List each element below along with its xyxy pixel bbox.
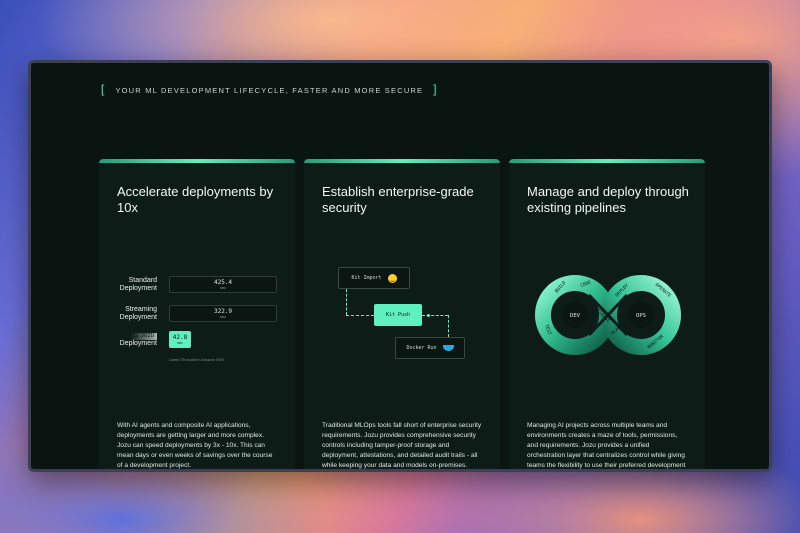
open-bracket: [ — [99, 83, 108, 97]
kit-push-label: Kit Push — [385, 312, 411, 318]
bench-row-jozu: ⊔ JOZU Deployment 42.8 sec — [99, 331, 191, 348]
docker-run-box: Docker Run — [395, 337, 465, 359]
section-eyebrow: [ YOUR ML DEVELOPMENT LIFECYCLE, FASTER … — [99, 83, 440, 97]
bench-label: Deployment — [119, 339, 157, 347]
bench-row-streaming: Streaming Deployment 322.9 sec — [99, 305, 277, 322]
bench-footnote: Llama 7B model in Amazon EKS — [169, 358, 224, 362]
bench-unit: sec — [219, 315, 227, 319]
connector-line — [422, 315, 448, 316]
browser-window: [ YOUR ML DEVELOPMENT LIFECYCLE, FASTER … — [28, 60, 772, 472]
kit-import-box: Kit Import — [338, 267, 410, 289]
bench-label: Streaming Deployment — [119, 305, 157, 321]
emoji-icon — [387, 273, 397, 283]
card-body: Managing AI projects across multiple tea… — [527, 422, 686, 469]
bench-value: 42.8 — [172, 334, 188, 341]
bench-value-box: 322.9 sec — [169, 305, 277, 322]
connector-line — [346, 289, 347, 315]
bench-unit: sec — [219, 286, 227, 290]
bench-label: Standard Deployment — [119, 276, 157, 292]
ops-label: OPS — [636, 313, 646, 319]
devops-infinity-loop: DEV OPS BUILD CODE TEST RELEASE PLAN DEP… — [535, 275, 681, 355]
bench-unit: sec — [176, 341, 184, 345]
kit-import-label: Kit Import — [351, 275, 382, 281]
card-title: Establish enterprise-grade security — [322, 184, 474, 215]
bench-value-box-jozu: 42.8 sec — [169, 331, 191, 348]
connector-line — [346, 315, 374, 316]
card-title: Accelerate deployments by 10x — [117, 184, 274, 215]
eyebrow-text: YOUR ML DEVELOPMENT LIFECYCLE, FASTER AN… — [115, 85, 424, 95]
docker-run-label: Docker Run — [406, 345, 437, 351]
connector-dot — [427, 314, 430, 317]
card-security: Establish enterprise-grade security Kit … — [304, 159, 500, 469]
bench-value: 425.4 — [213, 279, 233, 286]
card-title: Manage and deploy through existing pipel… — [527, 184, 689, 215]
close-bracket: ] — [431, 83, 440, 97]
dev-label: DEV — [570, 313, 581, 319]
docker-whale-icon — [442, 345, 454, 351]
jozu-logo-tag: ⊔ JOZU — [131, 332, 157, 340]
kit-push-box: Kit Push — [374, 304, 422, 326]
card-body: Traditional MLOps tools fall short of en… — [322, 422, 482, 469]
bench-row-standard: Standard Deployment 425.4 sec — [99, 276, 277, 293]
bench-value: 322.9 — [213, 308, 233, 315]
connector-line — [448, 315, 449, 337]
bench-label-jozu: ⊔ JOZU Deployment — [99, 332, 157, 348]
bench-value-box: 425.4 sec — [169, 276, 277, 293]
card-pipelines: Manage and deploy through existing pipel… — [509, 159, 705, 469]
card-body: With AI agents and composite AI applicat… — [117, 422, 273, 469]
card-deployments: Accelerate deployments by 10x Standard D… — [99, 159, 295, 469]
